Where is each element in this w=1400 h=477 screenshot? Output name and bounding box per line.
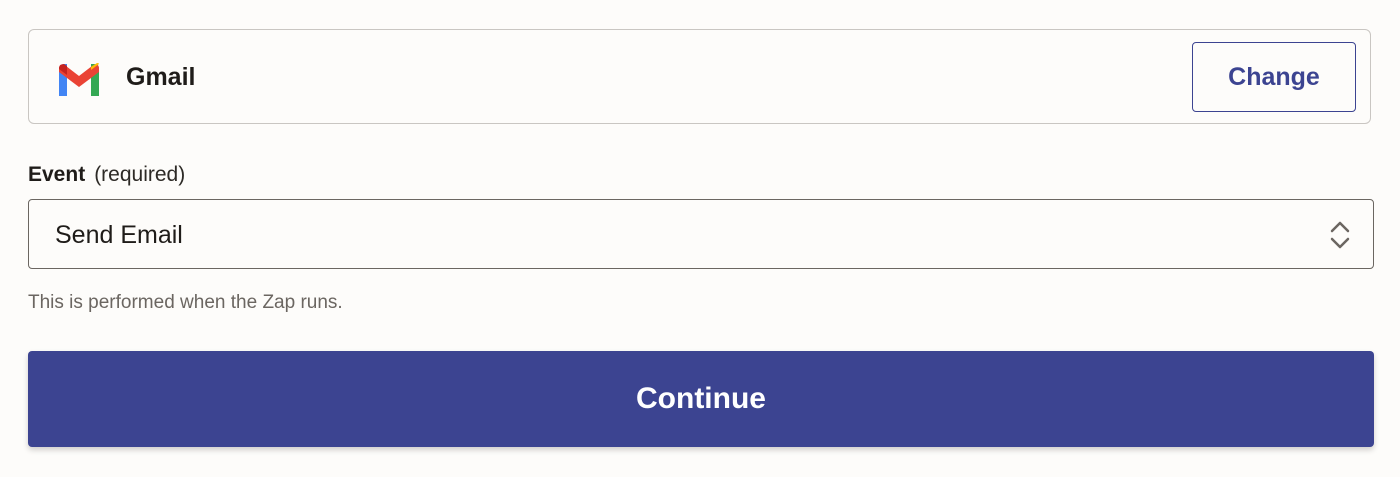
event-selected-value: Send Email (55, 221, 183, 249)
continue-button[interactable]: Continue (28, 351, 1374, 447)
event-select[interactable]: Send Email (28, 199, 1374, 269)
app-name: Gmail (126, 63, 196, 91)
selected-app-card: Gmail Change (28, 29, 1371, 124)
chevron-up-down-icon (1330, 221, 1350, 249)
required-indicator: (required) (94, 163, 186, 186)
event-help-text: This is performed when the Zap runs. (28, 292, 343, 313)
event-label-text: Event (28, 163, 86, 186)
change-app-button[interactable]: Change (1192, 42, 1356, 112)
event-field-label: Event (required) (28, 161, 185, 189)
gmail-logo-icon (59, 63, 99, 96)
